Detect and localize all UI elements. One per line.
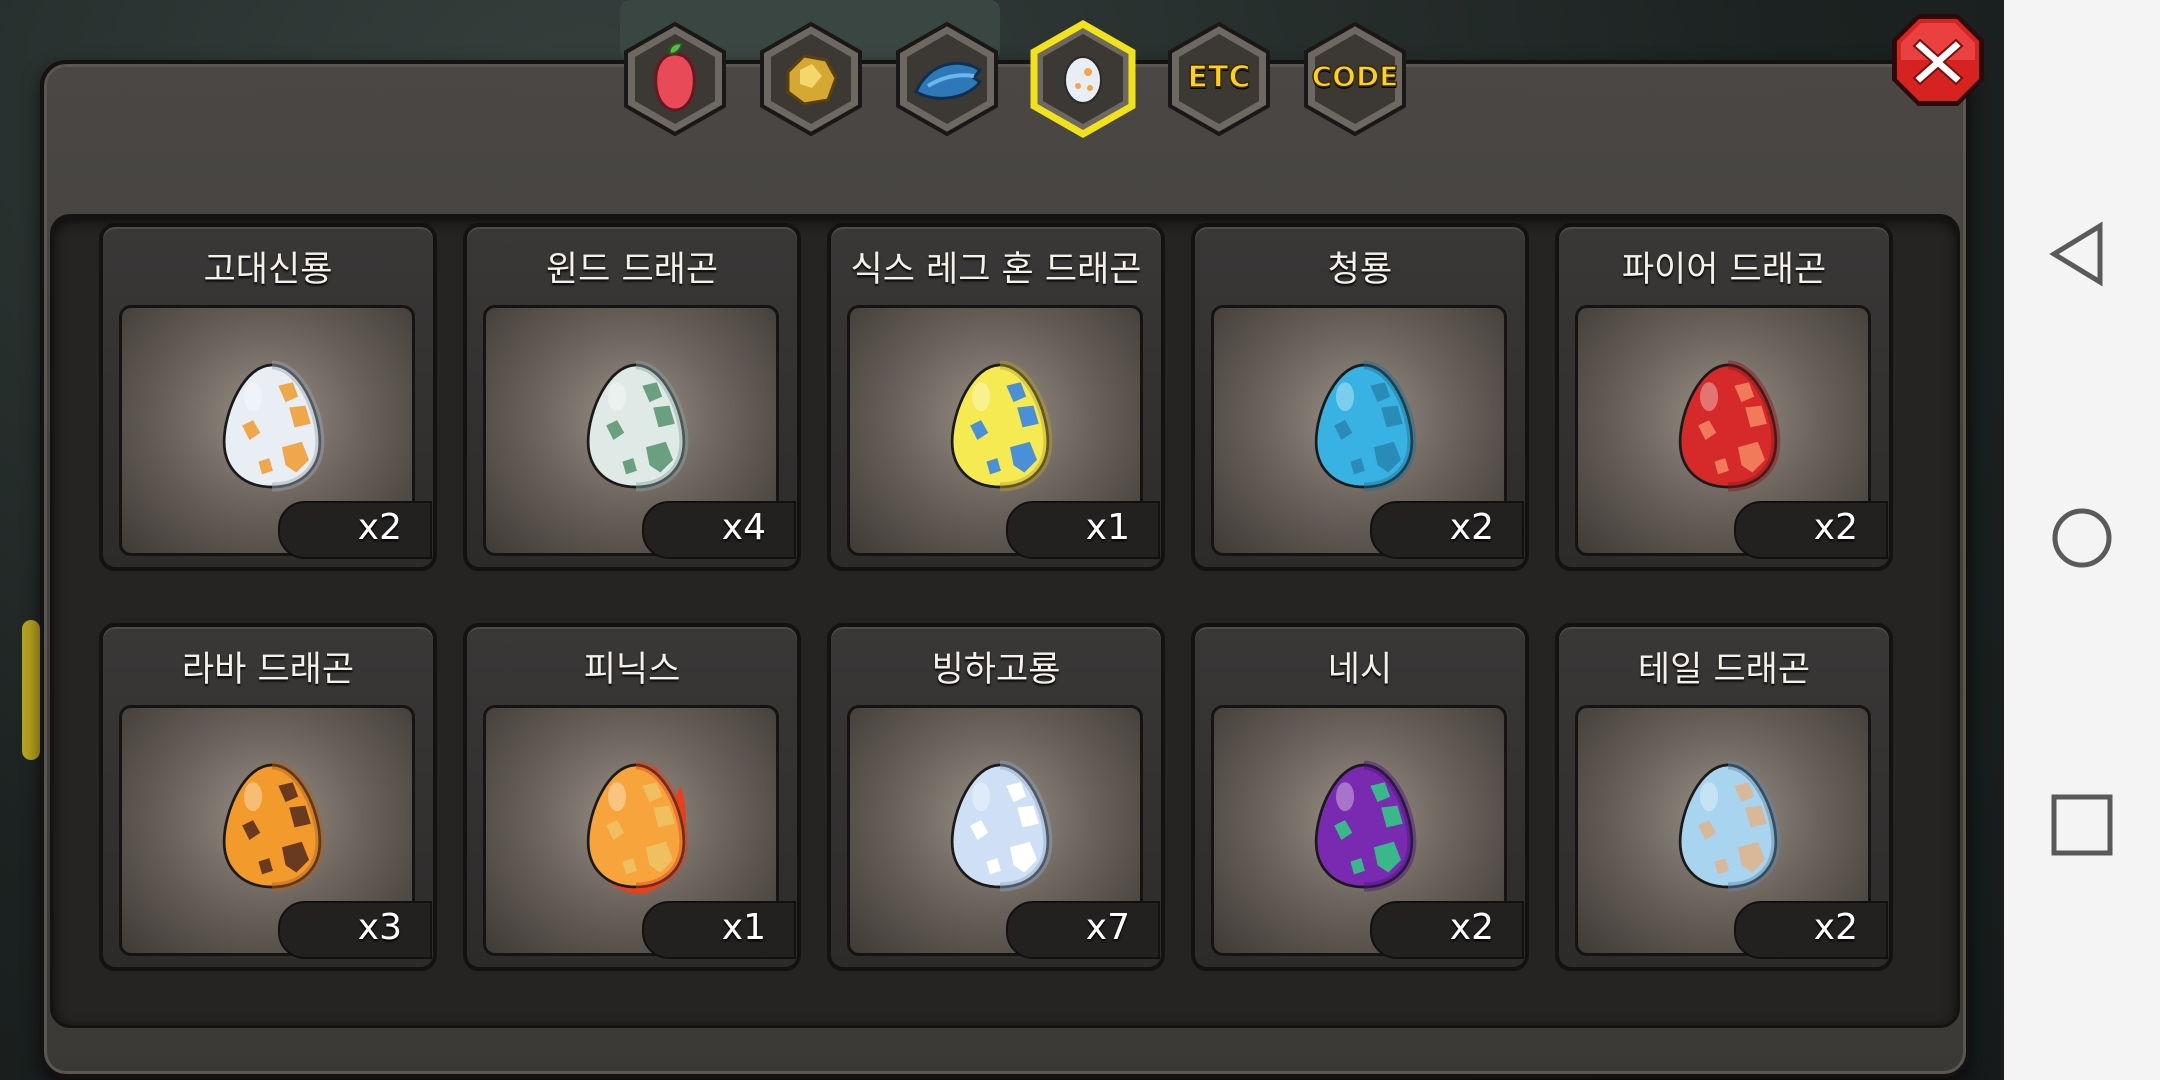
background-decor-yellow xyxy=(22,620,40,760)
egg-image xyxy=(581,756,691,896)
home-button[interactable] xyxy=(2032,488,2132,588)
egg-card[interactable]: 라바 드래곤 x3 xyxy=(99,623,437,971)
dragon-egg-icon xyxy=(1678,760,1781,892)
egg-slot: x1 xyxy=(483,705,796,959)
game-screen: 고대신룡 x2 윈드 드래곤 x4 식스 레그 혼 드래곤 x1 청룡 x2 파… xyxy=(0,0,2004,1080)
quantity-text: x2 xyxy=(357,507,402,548)
quantity-badge: x1 xyxy=(1006,501,1160,559)
egg-image xyxy=(581,356,691,496)
recents-button[interactable] xyxy=(2032,775,2132,875)
fish-icon xyxy=(896,21,998,137)
gold-tab[interactable] xyxy=(752,20,870,138)
dragon-egg-icon xyxy=(586,360,689,492)
android-navigation-bar xyxy=(2004,0,2160,1080)
egg-name: 빙하고룡 xyxy=(931,650,1061,690)
recents-square-icon xyxy=(2051,794,2113,856)
egg-name: 피닉스 xyxy=(583,650,681,690)
egg-slot: x1 xyxy=(847,305,1160,559)
egg-grid-area: 고대신룡 x2 윈드 드래곤 x4 식스 레그 혼 드래곤 x1 청룡 x2 파… xyxy=(50,214,1960,1028)
home-circle-icon xyxy=(2052,508,2112,568)
etc-tab-label: ETC xyxy=(1187,59,1251,96)
egg-image xyxy=(1309,356,1419,496)
close-button[interactable] xyxy=(1888,10,1988,110)
egg-image xyxy=(945,356,1055,496)
egg-slot: x2 xyxy=(1211,705,1524,959)
egg-card[interactable]: 윈드 드래곤 x4 xyxy=(463,223,801,571)
egg-card[interactable]: 고대신룡 x2 xyxy=(99,223,437,571)
egg-card[interactable]: 청룡 x2 xyxy=(1191,223,1529,571)
egg-name: 라바 드래곤 xyxy=(181,650,355,690)
egg-image xyxy=(217,356,327,496)
quantity-text: x2 xyxy=(1813,507,1858,548)
egg-image xyxy=(1309,756,1419,896)
fruit-tab[interactable] xyxy=(616,20,734,138)
egg-slot: x2 xyxy=(1575,705,1888,959)
back-triangle-icon xyxy=(2049,221,2103,287)
egg-slot: x4 xyxy=(483,305,796,559)
close-icon xyxy=(1892,14,1984,106)
code-tab[interactable]: CODE xyxy=(1296,20,1414,138)
quantity-text: x4 xyxy=(721,507,766,548)
egg-slot: x7 xyxy=(847,705,1160,959)
quantity-badge: x2 xyxy=(1370,901,1524,959)
dragon-egg-icon xyxy=(950,760,1053,892)
back-button[interactable] xyxy=(2032,204,2132,304)
quantity-text: x2 xyxy=(1449,907,1494,948)
etc-tab[interactable]: ETC xyxy=(1160,20,1278,138)
egg-image xyxy=(945,756,1055,896)
quantity-badge: x2 xyxy=(1734,501,1888,559)
egg-card[interactable]: 피닉스 x1 xyxy=(463,623,801,971)
quantity-badge: x7 xyxy=(1006,901,1160,959)
quantity-text: x1 xyxy=(1085,507,1130,548)
dragon-egg-icon xyxy=(586,760,689,895)
egg-name: 식스 레그 혼 드래곤 xyxy=(850,250,1142,290)
egg-slot: x2 xyxy=(1575,305,1888,559)
egg-image xyxy=(217,756,327,896)
egg-tab[interactable] xyxy=(1024,19,1142,139)
quantity-badge: x2 xyxy=(278,501,432,559)
egg-name: 파이어 드래곤 xyxy=(1621,250,1827,290)
gold-nugget-icon xyxy=(760,21,862,137)
quantity-text: x7 xyxy=(1085,907,1130,948)
quantity-badge: x1 xyxy=(642,901,796,959)
egg-name: 청룡 xyxy=(1327,250,1393,290)
egg-card[interactable]: 네시 x2 xyxy=(1191,623,1529,971)
egg-name: 윈드 드래곤 xyxy=(545,250,719,290)
fish-tab[interactable] xyxy=(888,20,1006,138)
quantity-badge: x2 xyxy=(1734,901,1888,959)
quantity-text: x3 xyxy=(357,907,402,948)
quantity-text: x1 xyxy=(721,907,766,948)
egg-slot: x2 xyxy=(1211,305,1524,559)
code-tab-label: CODE xyxy=(1311,59,1399,94)
fruit-icon xyxy=(624,21,726,137)
quantity-badge: x2 xyxy=(1370,501,1524,559)
egg-name: 네시 xyxy=(1327,650,1393,690)
dragon-egg-icon xyxy=(222,760,325,892)
dragon-egg-icon xyxy=(1314,760,1417,892)
dragon-egg-icon xyxy=(1314,360,1417,492)
dragon-egg-icon xyxy=(950,360,1053,492)
egg-name: 테일 드래곤 xyxy=(1637,650,1811,690)
quantity-badge: x3 xyxy=(278,901,432,959)
egg-name: 고대신룡 xyxy=(203,250,333,290)
quantity-badge: x4 xyxy=(642,501,796,559)
egg-icon xyxy=(1030,19,1136,139)
egg-card[interactable]: 테일 드래곤 x2 xyxy=(1555,623,1893,971)
egg-image xyxy=(1673,756,1783,896)
dragon-egg-icon xyxy=(1678,360,1781,492)
egg-slot: x3 xyxy=(119,705,432,959)
egg-grid: 고대신룡 x2 윈드 드래곤 x4 식스 레그 혼 드래곤 x1 청룡 x2 파… xyxy=(53,217,1957,1025)
egg-card[interactable]: 파이어 드래곤 x2 xyxy=(1555,223,1893,571)
dragon-egg-icon xyxy=(222,360,325,492)
egg-card[interactable]: 빙하고룡 x7 xyxy=(827,623,1165,971)
quantity-text: x2 xyxy=(1449,507,1494,548)
egg-card[interactable]: 식스 레그 혼 드래곤 x1 xyxy=(827,223,1165,571)
quantity-text: x2 xyxy=(1813,907,1858,948)
egg-slot: x2 xyxy=(119,305,432,559)
egg-image xyxy=(1673,356,1783,496)
